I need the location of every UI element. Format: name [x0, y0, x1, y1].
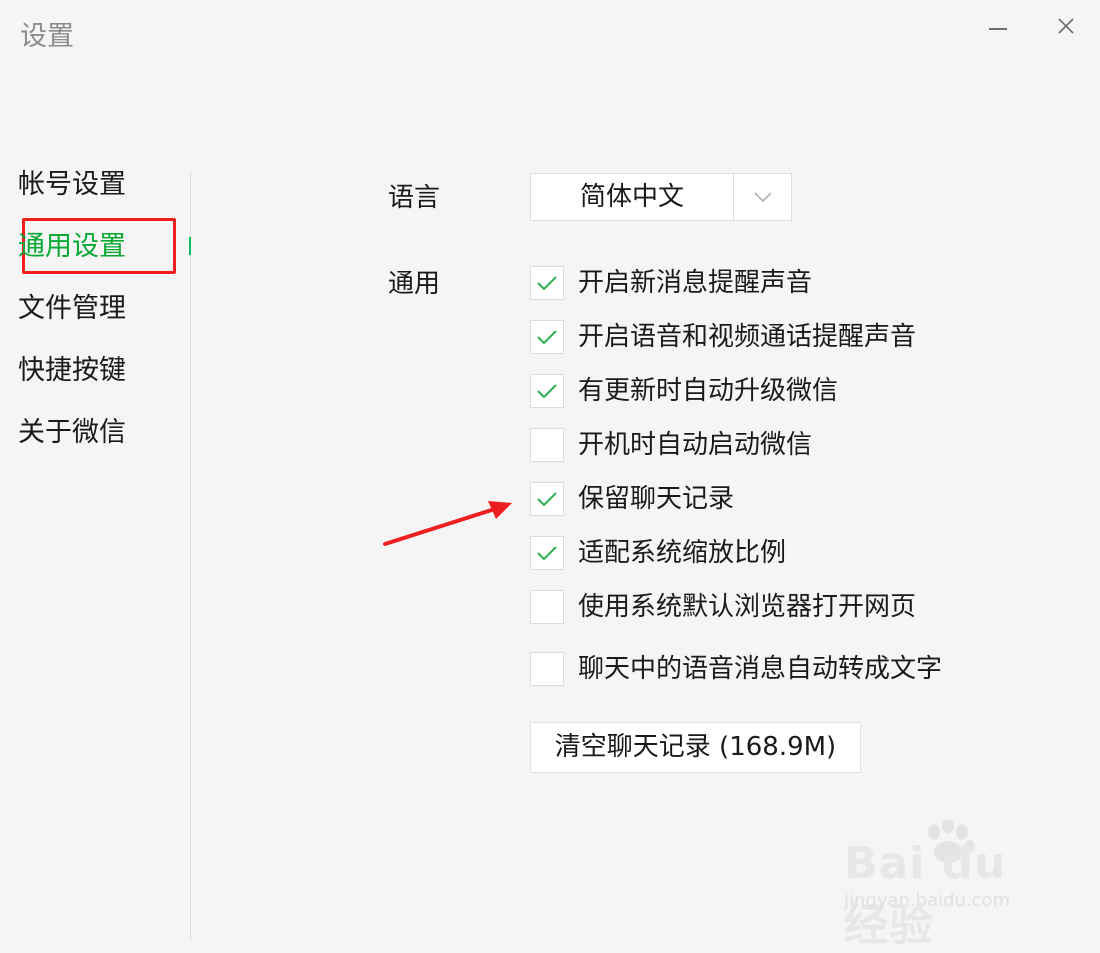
close-button[interactable]: [1048, 10, 1084, 42]
check-icon: [537, 492, 557, 507]
active-item-marker: [189, 237, 191, 255]
option-label: 开机时自动启动微信: [578, 430, 813, 460]
clear-chat-history-button[interactable]: 清空聊天记录 (168.9M): [530, 722, 861, 773]
sidebar-item-file-management[interactable]: 文件管理: [18, 289, 126, 329]
checkbox[interactable]: [530, 266, 564, 300]
checkbox[interactable]: [530, 536, 564, 570]
checkbox[interactable]: [530, 652, 564, 686]
window-title: 设置: [20, 21, 74, 52]
option-label: 有更新时自动升级微信: [578, 376, 839, 406]
checkbox[interactable]: [530, 482, 564, 516]
minimize-button[interactable]: [980, 10, 1016, 42]
chevron-down-icon: [754, 192, 772, 203]
option-label: 聊天中的语音消息自动转成文字: [578, 654, 943, 684]
check-icon: [537, 384, 557, 399]
checkbox[interactable]: [530, 428, 564, 462]
language-value: 简体中文: [579, 182, 684, 212]
language-select[interactable]: 简体中文: [530, 173, 792, 221]
check-icon: [537, 330, 557, 345]
annotation-arrow-icon: [383, 501, 512, 546]
check-icon: [537, 546, 557, 561]
sidebar-item-shortcuts[interactable]: 快捷按键: [18, 351, 126, 391]
minimize-icon: [989, 28, 1007, 30]
sidebar-item-account-settings[interactable]: 帐号设置: [18, 165, 126, 205]
checkbox[interactable]: [530, 320, 564, 354]
language-label: 语言: [388, 183, 441, 213]
checkbox[interactable]: [530, 590, 564, 624]
check-icon: [537, 276, 557, 291]
option-label: 开启新消息提醒声音: [578, 268, 813, 298]
general-label: 通用: [388, 269, 441, 299]
sidebar-item-general-settings[interactable]: 通用设置: [18, 227, 126, 267]
sidebar-item-about[interactable]: 关于微信: [18, 413, 126, 453]
watermark: Bai du 经验 jingyan.baidu.com: [840, 820, 1050, 951]
sidebar-divider: [190, 172, 191, 940]
watermark-url: jingyan.baidu.com: [844, 890, 1011, 911]
checkbox[interactable]: [530, 374, 564, 408]
language-dropdown-toggle[interactable]: [734, 174, 792, 220]
option-label: 适配系统缩放比例: [578, 538, 787, 568]
close-icon: [1058, 18, 1074, 34]
option-label: 使用系统默认浏览器打开网页: [578, 592, 917, 622]
option-label: 保留聊天记录: [578, 484, 735, 514]
option-label: 开启语音和视频通话提醒声音: [578, 322, 917, 352]
